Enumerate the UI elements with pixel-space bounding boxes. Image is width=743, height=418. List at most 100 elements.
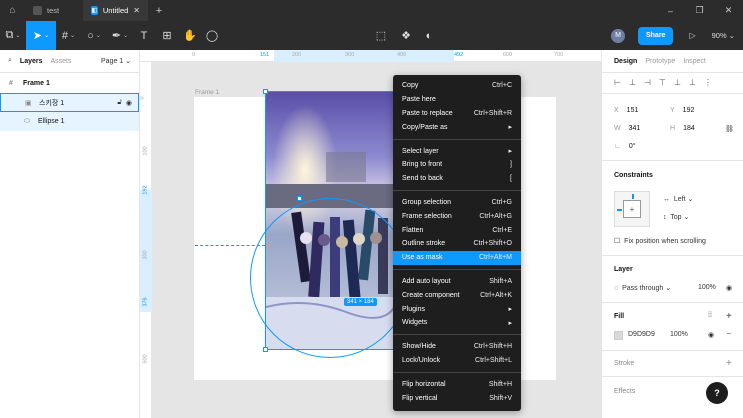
layer-opacity[interactable]: 100% [698, 284, 716, 291]
align-hcenter-icon[interactable]: ⊥ [629, 78, 636, 87]
menu-item[interactable]: Paste here [393, 93, 521, 107]
constraint-center[interactable]: + [623, 200, 641, 218]
y-field[interactable]: Y 192 [670, 107, 694, 114]
comment-icon[interactable]: ◯ [201, 21, 223, 50]
menu-item[interactable]: Show/Hide Ctrl+Shift+H [393, 340, 521, 354]
menu-item-label: Add auto layout [402, 277, 451, 285]
canvas[interactable]: 0 151 200 300 400 492 600 700 0 100 192 … [140, 50, 601, 418]
menu-item[interactable]: Widgets ▸ [393, 316, 521, 330]
help-button[interactable]: ? [706, 382, 728, 404]
constraint-vertical-dropdown[interactable]: ↕ Top ⌄ [663, 213, 689, 221]
tab-design[interactable]: Design [614, 58, 637, 65]
frame-tool-icon[interactable]: # ⌄ [56, 21, 81, 50]
maximize-icon[interactable]: ❐ [685, 0, 714, 21]
menu-item[interactable]: Frame selection Ctrl+Alt+G [393, 209, 521, 223]
share-button[interactable]: Share [637, 26, 674, 45]
tab-layers[interactable]: Layers [20, 58, 43, 65]
menu-item[interactable]: Copy/Paste as ▸ [393, 120, 521, 134]
menu-item[interactable]: Create component Ctrl+Alt+K [393, 288, 521, 302]
w-field[interactable]: W 341 [614, 125, 640, 132]
tab-untitled[interactable]: ◧ Untitled ✕ [83, 0, 148, 21]
minimize-icon[interactable]: – [656, 0, 685, 21]
distribute-icon[interactable]: ⋮ [704, 78, 712, 87]
menu-item[interactable]: Paste to replace Ctrl+Shift+R [393, 107, 521, 121]
tab-inspect[interactable]: Inspect [683, 58, 706, 65]
contrast-icon[interactable]: ◐ [419, 21, 439, 50]
page-selector[interactable]: Page 1 ⌄ [101, 57, 131, 65]
home-icon[interactable]: ⌂ [0, 0, 25, 21]
constraints-widget[interactable]: + [614, 191, 650, 227]
context-menu: Copy Ctrl+C Paste here Paste to replace Ctrl… [393, 75, 521, 411]
component-icon[interactable]: ❖ [396, 21, 416, 50]
eye-icon[interactable]: ◉ [126, 99, 132, 107]
pen-tool-icon[interactable]: ✒ ⌄ [107, 21, 133, 50]
align-right-icon[interactable]: ⊣ [644, 78, 651, 87]
h-field[interactable]: H 184 [670, 125, 695, 132]
frame-label[interactable]: Frame 1 [195, 89, 219, 96]
constrain-proportions-icon[interactable]: ⛓ [725, 125, 734, 133]
menu-item[interactable]: Plugins ▸ [393, 302, 521, 316]
text-tool-icon[interactable]: T [133, 21, 155, 50]
move-tool-icon[interactable]: ➤ ⌄ [26, 21, 56, 50]
lock-icon[interactable]: 🔓︎ [117, 99, 122, 107]
add-fill-icon[interactable]: + [726, 311, 732, 322]
menu-item[interactable]: Flip horizontal Shift+H [393, 377, 521, 391]
menu-item[interactable]: Add auto layout Shift+A [393, 275, 521, 289]
menu-item[interactable]: Select layer ▸ [393, 144, 521, 158]
search-icon[interactable]: ⌕ [8, 57, 12, 65]
menu-item[interactable]: Flatten Ctrl+E [393, 223, 521, 237]
tab-assets[interactable]: Assets [51, 58, 72, 65]
resize-handle[interactable] [263, 347, 268, 352]
present-icon[interactable]: ▷ [689, 31, 695, 40]
menu-item[interactable]: Copy Ctrl+C [393, 79, 521, 93]
fill-title: Fill [614, 313, 625, 320]
eye-icon[interactable]: ◉ [708, 331, 714, 339]
menu-item[interactable]: Bring to front] [393, 158, 521, 172]
fill-swatch[interactable] [614, 331, 623, 340]
tab-prototype[interactable]: Prototype [645, 58, 675, 65]
tab-test[interactable]: test [25, 0, 83, 21]
layer-row-ellipse[interactable]: ⬭ Ellipse 1 [0, 112, 139, 131]
ellipse-outline[interactable] [250, 198, 410, 358]
close-icon[interactable]: ✕ [133, 6, 140, 15]
hand-tool-icon[interactable]: ✋ [179, 21, 201, 50]
constraint-top-bar[interactable] [632, 194, 634, 199]
menu-item[interactable]: Lock/Unlock Ctrl+Shift+L [393, 354, 521, 368]
align-left-icon[interactable]: ⊢ [614, 78, 621, 87]
fill-opacity[interactable]: 100% [670, 331, 688, 338]
menu-item[interactable]: Send to back [ [393, 172, 521, 186]
menu-item[interactable]: Outline stroke Ctrl+Shift+O [393, 237, 521, 251]
add-stroke-icon[interactable]: + [726, 358, 732, 369]
ruler-tick: 200 [292, 52, 302, 58]
menu-item[interactable]: Group selection Ctrl+G [393, 196, 521, 210]
fix-position-checkbox[interactable]: ☐ Fix position when scrolling [614, 237, 706, 245]
rotation-field[interactable]: ∟ 0° [614, 143, 636, 150]
new-tab-icon[interactable]: + [148, 0, 170, 21]
resize-handle[interactable] [297, 196, 302, 201]
layer-row-image[interactable]: ▣ 스키장 1 🔓︎ ◉ [0, 93, 139, 112]
layer-row-frame[interactable]: # Frame 1 [0, 74, 139, 93]
close-window-icon[interactable]: ✕ [714, 0, 743, 21]
eye-icon[interactable]: ◉ [726, 284, 732, 292]
avatar[interactable]: M [610, 28, 625, 43]
main-menu-icon[interactable]: ⧉ ⌄ [0, 21, 26, 50]
toolbar: ⧉ ⌄ ➤ ⌄ # ⌄ ○ ⌄ ✒ ⌄ T ⊞ ✋ ◯ ⬚ ❖ ◐ M Share ▷ 9… [0, 21, 743, 50]
fill-hex[interactable]: D9D9D9 [628, 331, 655, 338]
shape-tool-icon[interactable]: ○ ⌄ [81, 21, 107, 50]
align-bottom-icon[interactable]: ⊥ [689, 78, 696, 87]
constraint-left-bar[interactable] [617, 209, 622, 211]
blend-mode-dropdown[interactable]: ◌ Pass through ⌄ [614, 284, 671, 292]
resources-icon[interactable]: ⊞ [155, 21, 179, 50]
menu-item[interactable]: Use as mask Ctrl+Alt+M [393, 250, 521, 265]
file-icon [33, 6, 42, 15]
x-field[interactable]: X 151 [614, 107, 638, 114]
align-vcenter-icon[interactable]: ⊥ [674, 78, 681, 87]
crop-icon[interactable]: ⬚ [371, 21, 391, 50]
remove-fill-icon[interactable]: – [727, 330, 731, 337]
constraint-horizontal-dropdown[interactable]: ↔ Left ⌄ [663, 195, 693, 203]
zoom-dropdown[interactable]: 90% ⌄ [712, 31, 735, 40]
resize-handle[interactable] [263, 89, 268, 94]
menu-item[interactable]: Flip vertical Shift+V [393, 391, 521, 405]
style-grid-icon[interactable]: ⁞⁞ [708, 312, 712, 319]
align-top-icon[interactable]: ⊤ [659, 78, 666, 87]
